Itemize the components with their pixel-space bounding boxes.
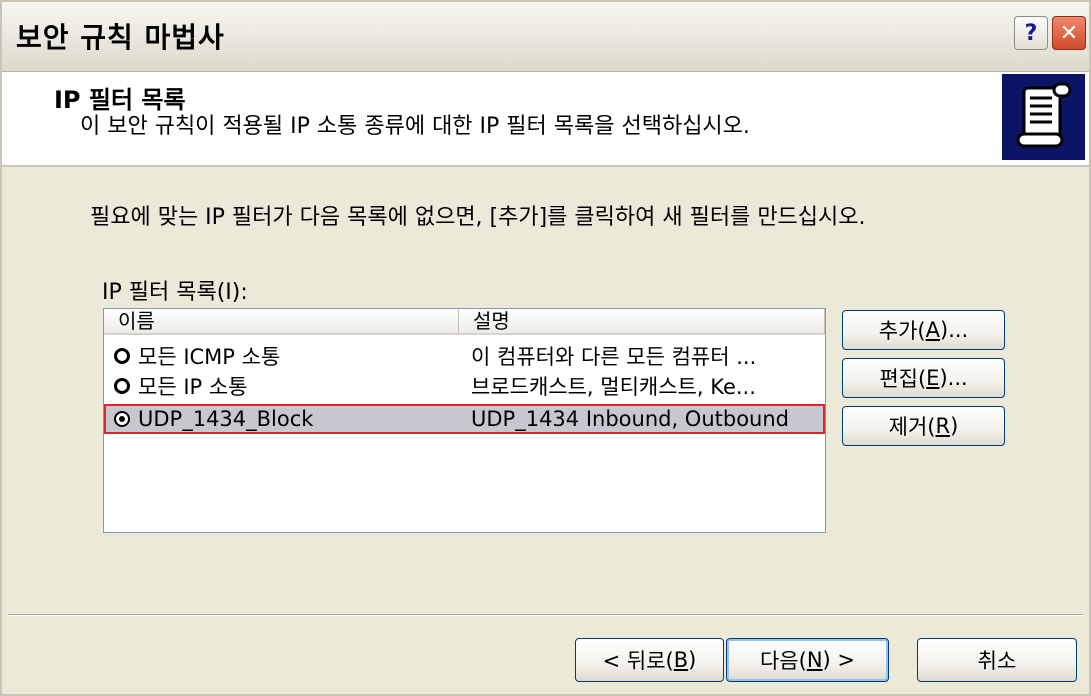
instructions-text: 필요에 맞는 IP 필터가 다음 목록에 없으면, [추가]를 클릭하여 새 필…: [90, 205, 866, 230]
wizard-header: IP 필터 목록 이 보안 규칙이 적용될 IP 소통 종류에 대한 IP 필터…: [2, 72, 1089, 167]
radio-button-icon[interactable]: [114, 378, 130, 394]
footer-divider: [8, 614, 1083, 616]
page-subtitle: 이 보안 규칙이 적용될 IP 소통 종류에 대한 IP 필터 목록을 선택하십…: [80, 114, 750, 139]
remove-button[interactable]: 제거(R): [842, 406, 1005, 446]
row-description: UDP_1434 Inbound, Outbound: [471, 407, 790, 431]
list-header: 이름 설명: [104, 309, 825, 335]
row-description: 이 컴퓨터와 다른 모든 컴퓨터 ...: [471, 345, 757, 369]
wizard-window: 보안 규칙 마법사 ? ✕ IP 필터 목록 이 보안 규칙이 적용될 IP 소…: [0, 0, 1091, 696]
row-name: 모든 IP 소통: [138, 375, 248, 399]
list-row[interactable]: 모든 IP 소통 브로드캐스트, 멀티캐스트, Ke...: [104, 371, 825, 401]
list-label: IP 필터 목록(I):: [102, 280, 248, 305]
ip-filter-list[interactable]: 이름 설명 모든 ICMP 소통 이 컴퓨터와 다른 모든 컴퓨터 ... 모든…: [103, 308, 826, 533]
radio-button-icon[interactable]: [114, 348, 130, 364]
back-button[interactable]: < 뒤로(B): [575, 638, 724, 682]
list-row-selected[interactable]: UDP_1434_Block UDP_1434 Inbound, Outboun…: [104, 404, 825, 434]
close-button[interactable]: ✕: [1052, 16, 1086, 50]
title-bar: 보안 규칙 마법사 ? ✕: [2, 2, 1089, 72]
row-description: 브로드캐스트, 멀티캐스트, Ke...: [471, 375, 756, 399]
help-icon: ?: [1024, 20, 1038, 46]
column-header-name[interactable]: 이름: [104, 309, 459, 335]
help-button[interactable]: ?: [1014, 16, 1048, 50]
add-button[interactable]: 추가(A)...: [842, 310, 1005, 350]
close-icon: ✕: [1059, 20, 1079, 46]
radio-button-checked-icon[interactable]: [114, 411, 130, 427]
next-button[interactable]: 다음(N) >: [726, 638, 889, 682]
column-header-description[interactable]: 설명: [459, 309, 825, 335]
list-row[interactable]: 모든 ICMP 소통 이 컴퓨터와 다른 모든 컴퓨터 ...: [104, 341, 825, 371]
edit-button[interactable]: 편집(E)...: [842, 358, 1005, 398]
row-name: UDP_1434_Block: [138, 407, 314, 431]
window-title: 보안 규칙 마법사: [16, 21, 225, 54]
cancel-button[interactable]: 취소: [917, 638, 1077, 682]
row-name: 모든 ICMP 소통: [138, 345, 281, 369]
scroll-document-icon: [1002, 74, 1085, 160]
